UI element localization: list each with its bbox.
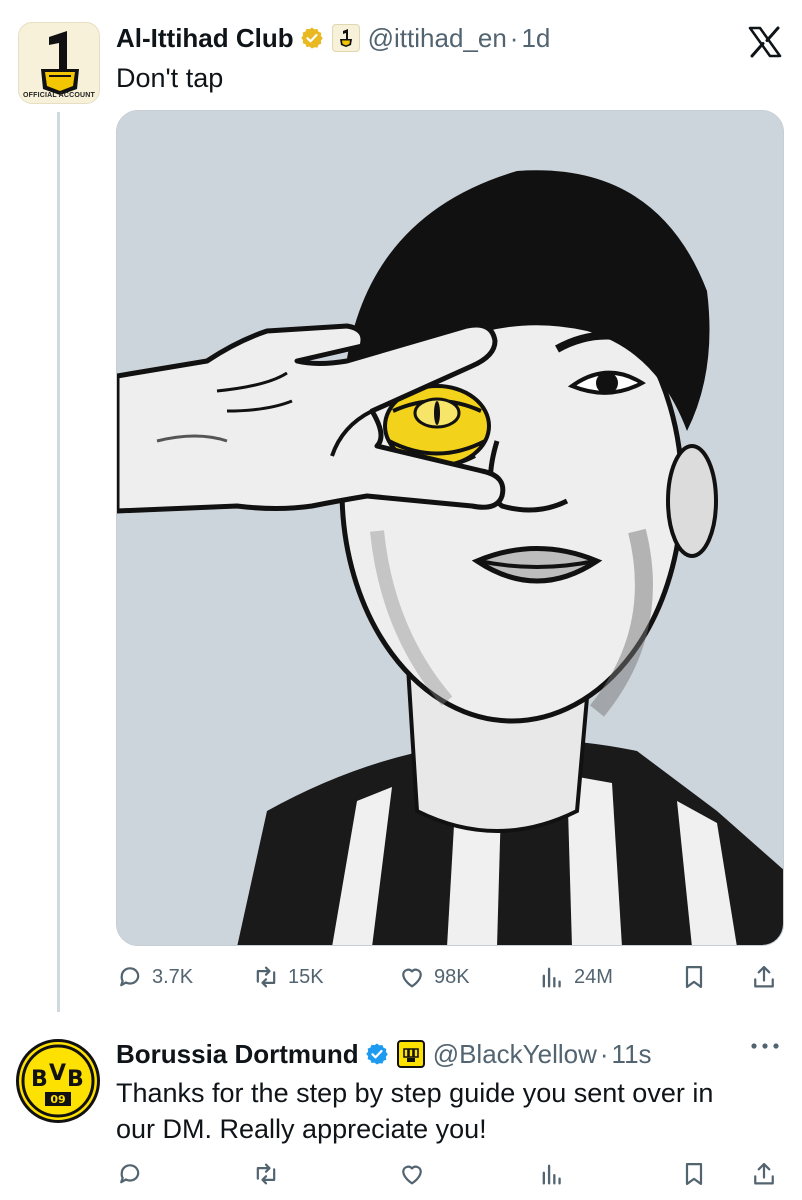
bookmark-icon bbox=[685, 1162, 703, 1186]
share-button[interactable] bbox=[750, 960, 778, 994]
bookmark-icon bbox=[685, 965, 703, 989]
bvb-avatar[interactable]: B V B 09 bbox=[16, 1039, 100, 1123]
bookmark-button[interactable] bbox=[680, 960, 708, 994]
share-icon bbox=[754, 965, 774, 988]
like-icon bbox=[402, 1165, 422, 1185]
views-button[interactable] bbox=[538, 1157, 566, 1191]
x-logo-icon[interactable] bbox=[748, 26, 782, 58]
verified-gold-icon bbox=[300, 27, 323, 49]
like-button[interactable] bbox=[398, 1157, 426, 1191]
views-button[interactable]: 24M bbox=[538, 960, 613, 994]
player-illustration bbox=[117, 111, 783, 945]
tweet1-header: Al-Ittihad Club @ittihad_en · 1d bbox=[116, 20, 550, 56]
share-button[interactable] bbox=[750, 1157, 778, 1191]
bookmark-button[interactable] bbox=[680, 1157, 708, 1191]
svg-text:V: V bbox=[49, 1061, 66, 1086]
tweet2-handle[interactable]: @BlackYellow bbox=[433, 1039, 597, 1070]
reply-count: 3.7K bbox=[152, 965, 194, 988]
views-icon bbox=[542, 1164, 561, 1185]
separator-dot: · bbox=[509, 22, 519, 53]
al-ittihad-avatar[interactable]: OFFICIAL ACCOUNT bbox=[18, 22, 100, 104]
like-button[interactable]: 98K bbox=[398, 960, 470, 994]
more-icon[interactable] bbox=[748, 1040, 782, 1052]
bvb-affiliate-badge-icon bbox=[396, 1040, 425, 1068]
tweet1-actions: 3.7K 15K 98K 24M bbox=[116, 960, 782, 994]
svg-text:09: 09 bbox=[50, 1093, 65, 1106]
tweet2-text: Thanks for the step by step guide you se… bbox=[116, 1078, 714, 1144]
tweet-borussia-dortmund[interactable]: B V B 09 Borussia Dortmund @BlackYellow … bbox=[0, 1025, 802, 1200]
tweet2-actions bbox=[116, 1157, 782, 1191]
share-icon bbox=[754, 1162, 774, 1185]
tweet2-timestamp[interactable]: 11s bbox=[612, 1039, 652, 1070]
tweet1-timestamp[interactable]: 1d bbox=[521, 23, 550, 54]
reply-button[interactable] bbox=[116, 1157, 144, 1191]
reply-button[interactable]: 3.7K bbox=[116, 960, 193, 994]
separator-dot: · bbox=[599, 1038, 609, 1069]
reply-icon bbox=[120, 1164, 140, 1184]
avatar-caption: OFFICIAL ACCOUNT bbox=[22, 92, 96, 99]
repost-icon bbox=[256, 1163, 276, 1185]
thread-line bbox=[57, 112, 60, 1012]
tweet1-display-name[interactable]: Al-Ittihad Club bbox=[116, 23, 294, 54]
tweet1-handle[interactable]: @ittihad_en bbox=[368, 23, 507, 54]
bvb-crest-icon: B V B 09 bbox=[21, 1044, 95, 1118]
repost-button[interactable]: 15K bbox=[252, 960, 324, 994]
tweet-media-image[interactable] bbox=[116, 110, 784, 946]
like-icon bbox=[402, 968, 422, 988]
tweet2-display-name[interactable]: Borussia Dortmund bbox=[116, 1039, 359, 1070]
like-count: 98K bbox=[434, 965, 470, 988]
views-count: 24M bbox=[574, 965, 613, 988]
repost-count: 15K bbox=[288, 965, 324, 988]
tweet1-text: Don't tap bbox=[116, 63, 224, 93]
tweet2-header: Borussia Dortmund @BlackYellow · 11s bbox=[116, 1037, 652, 1071]
views-icon bbox=[542, 967, 561, 988]
svg-text:B: B bbox=[31, 1067, 48, 1092]
repost-button[interactable] bbox=[252, 1157, 280, 1191]
verified-blue-icon bbox=[365, 1043, 388, 1065]
reply-icon bbox=[120, 967, 140, 987]
repost-icon bbox=[256, 966, 276, 988]
affiliate-badge-icon bbox=[331, 24, 360, 52]
tweet-al-ittihad[interactable]: OFFICIAL ACCOUNT Al-Ittihad Club @ittiha… bbox=[0, 0, 802, 1025]
svg-text:B: B bbox=[67, 1067, 84, 1092]
